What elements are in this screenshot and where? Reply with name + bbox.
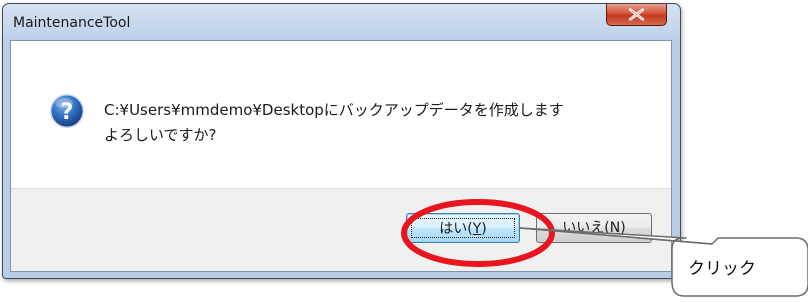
yes-button-suffix: ) xyxy=(481,221,487,237)
close-icon xyxy=(628,8,645,21)
focus-rectangle: はい(Y) xyxy=(411,218,515,238)
callout-label: クリック xyxy=(688,259,756,279)
dialog-body: ? C:¥Users¥mmdemo¥Desktopにバックアップデータを作成しま… xyxy=(10,40,672,272)
message-dialog: MaintenanceTool ? C:¥Users¥mmdemo¥Deskto… xyxy=(2,3,681,279)
yes-button-mnemonic: Y xyxy=(472,221,482,237)
message-area: ? C:¥Users¥mmdemo¥Desktopにバックアップデータを作成しま… xyxy=(11,41,671,188)
title-bar[interactable]: MaintenanceTool xyxy=(3,4,680,40)
no-button[interactable]: いいえ(N) xyxy=(536,213,652,243)
message-line-2: よろしいですか? xyxy=(104,126,217,144)
dialog-title: MaintenanceTool xyxy=(13,15,131,31)
stage: MaintenanceTool ? C:¥Users¥mmdemo¥Deskto… xyxy=(0,0,808,302)
svg-text:?: ? xyxy=(61,100,74,125)
no-button-label: いいえ( xyxy=(562,220,610,236)
no-button-mnemonic: N xyxy=(609,220,621,236)
yes-button-label: はい( xyxy=(439,221,473,237)
no-button-suffix: ) xyxy=(620,220,626,236)
button-row: はい(Y) いいえ(N) xyxy=(11,188,671,271)
message-line-1: C:¥Users¥mmdemo¥Desktopにバックアップデータを作成します xyxy=(104,101,564,119)
question-icon: ? xyxy=(50,94,84,128)
message-text: C:¥Users¥mmdemo¥Desktopにバックアップデータを作成します … xyxy=(104,98,564,148)
close-button[interactable] xyxy=(606,4,667,26)
yes-button[interactable]: はい(Y) xyxy=(406,213,520,243)
